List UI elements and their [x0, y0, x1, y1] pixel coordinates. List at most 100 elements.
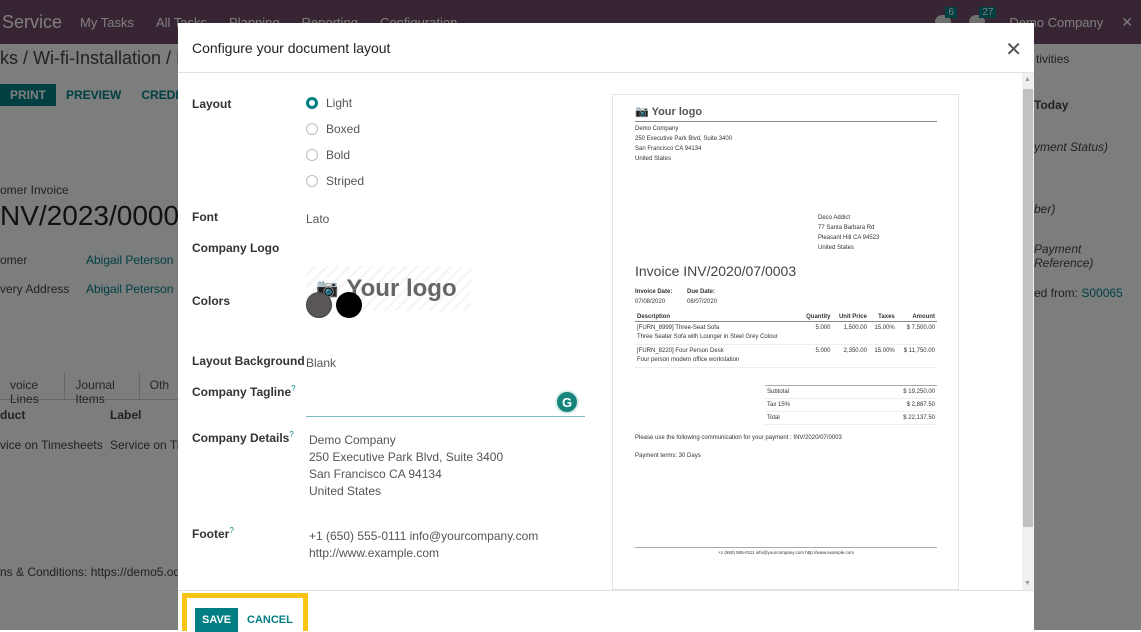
font-label: Font	[192, 210, 218, 224]
radio-icon[interactable]	[306, 149, 318, 161]
total-row: Total $ 22,137.50	[765, 411, 937, 425]
line-amount: $ 11,750.00	[896, 344, 937, 368]
layout-option-label: Striped	[326, 174, 365, 188]
details-line: San Francisco CA 94134	[309, 467, 442, 481]
address-line: 77 Santa Barbara Rd	[818, 225, 875, 231]
col-quantity: Quantity	[800, 313, 833, 322]
col-unit-price: Unit Price	[832, 313, 869, 322]
invoice-preview: 📷 Your logo Demo Company 250 Executive P…	[612, 94, 959, 590]
dialog-scrollbar[interactable]: ▲ ▼	[1022, 73, 1034, 590]
subtotal-row: Subtotal $ 19,250.00	[765, 385, 937, 399]
line-description: [FURN_8220] Four Person Desk	[637, 348, 724, 354]
layout-option-light[interactable]: Light	[306, 96, 352, 110]
total-label: Total	[765, 411, 840, 425]
address-line: Pleasant Hill CA 94523	[818, 235, 880, 241]
secondary-color-picker[interactable]	[336, 292, 362, 318]
footer-label: Footer?	[192, 526, 234, 541]
details-line: Demo Company	[309, 433, 396, 447]
address-line: 250 Executive Park Blvd, Suite 3400	[635, 136, 733, 142]
primary-color-picker[interactable]	[306, 292, 332, 318]
details-line: 250 Executive Park Blvd, Suite 3400	[309, 450, 504, 464]
save-button[interactable]: SAVE	[195, 608, 239, 632]
line-price: 2,350.00	[832, 344, 869, 368]
layout-option-label: Bold	[326, 148, 351, 162]
due-date-label: Due Date:	[687, 289, 716, 295]
colors-label: Colors	[192, 294, 231, 308]
dialog-body: Layout Light Boxed Bold Striped Font Lat…	[178, 73, 1034, 590]
preview-invoice-title: Invoice INV/2020/07/0003	[635, 263, 797, 279]
layout-label: Layout	[192, 97, 232, 111]
cancel-button[interactable]: CANCEL	[247, 614, 293, 626]
address-line: United States	[635, 156, 672, 162]
footer-line: +1 (650) 555-0111 info@yourcompany.com	[309, 529, 539, 543]
line-quantity: 5.000	[800, 344, 833, 368]
col-taxes: Taxes	[868, 313, 897, 322]
address-line: San Francisco CA 94134	[635, 146, 702, 152]
tax-row: Tax 15% $ 2,887.50	[765, 398, 937, 412]
tagline-label: Company Tagline?	[192, 384, 296, 399]
subtotal-value: $ 19,250.00	[839, 385, 937, 399]
preview-customer-address: Deco Addict 77 Santa Barbara Rd Pleasant…	[818, 213, 879, 253]
camera-icon: 📷	[635, 106, 649, 118]
preview-communication: Please use the following communication f…	[635, 435, 842, 441]
total-value: $ 22,137.50	[839, 411, 937, 425]
details-line: United States	[309, 484, 382, 498]
preview-payment-terms: Payment terms: 30 Days	[635, 453, 701, 459]
line-price: 1,500.00	[832, 321, 869, 345]
background-select[interactable]: Blank	[306, 356, 336, 370]
line-tax: 15.00%	[868, 344, 897, 368]
scroll-down-icon[interactable]: ▼	[1024, 580, 1031, 587]
subtotal-label: Subtotal	[765, 385, 840, 399]
preview-totals: Subtotal $ 19,250.00 Tax 15% $ 2,887.50 To…	[765, 385, 937, 425]
preview-footer: +1 (650) 555-0111 info@yourcompany.com h…	[717, 550, 854, 555]
table-row: [FURN_8999] Three-Seat Sofa Three Seater …	[635, 321, 937, 345]
logo-placeholder-text: Your logo	[346, 274, 457, 302]
company-details-field[interactable]: Demo Company 250 Executive Park Blvd, Su…	[309, 432, 503, 500]
layout-option-bold[interactable]: Bold	[306, 148, 350, 162]
line-quantity: 5.000	[800, 321, 833, 345]
preview-dates: Invoice Date: Due Date: 07/08/2020 08/07/2…	[635, 287, 739, 307]
preview-logo: 📷 Your logo	[635, 105, 702, 118]
scroll-up-icon[interactable]: ▲	[1024, 76, 1031, 83]
line-description: [FURN_8999] Three-Seat Sofa	[637, 325, 720, 331]
radio-selected-icon[interactable]	[306, 97, 318, 109]
help-icon[interactable]: ?	[291, 384, 295, 393]
layout-option-striped[interactable]: Striped	[306, 174, 364, 188]
document-layout-dialog: Configure your document layout ✕ Layout …	[178, 23, 1034, 632]
footer-label-text: Footer	[192, 527, 230, 541]
tagline-underline	[306, 416, 585, 417]
details-label: Company Details?	[192, 430, 294, 445]
help-icon[interactable]: ?	[229, 526, 233, 535]
line-subdescription: Three Seater Sofa with Lounger in Steel …	[637, 334, 778, 340]
address-line: Deco Addict	[818, 215, 851, 221]
preview-logo-text: Your logo	[651, 106, 703, 118]
font-select[interactable]: Lato	[306, 212, 329, 226]
dialog-footer: SAVE CANCEL	[178, 590, 1034, 632]
background-label: Layout Background	[192, 354, 305, 368]
layout-option-label: Light	[326, 96, 353, 110]
dialog-title: Configure your document layout	[192, 39, 391, 56]
close-icon[interactable]: ✕	[1005, 37, 1022, 62]
layout-option-boxed[interactable]: Boxed	[306, 122, 360, 136]
col-amount: Amount	[896, 313, 937, 322]
grammarly-icon[interactable]: G	[555, 390, 579, 414]
tax-label: Tax 15%	[765, 398, 840, 412]
footer-line: http://www.example.com	[309, 546, 440, 560]
address-line: United States	[818, 245, 855, 251]
invoice-date: 07/08/2020	[635, 299, 666, 305]
tagline-input[interactable]	[306, 393, 576, 415]
logo-label: Company Logo	[192, 241, 280, 255]
col-description: Description	[635, 313, 801, 322]
line-subdescription: Four person modern office workstation	[637, 357, 740, 363]
preview-lines-table: Description Quantity Unit Price Taxes Am…	[635, 313, 937, 368]
scrollbar-thumb[interactable]	[1023, 89, 1033, 527]
radio-icon[interactable]	[306, 123, 318, 135]
preview-footer-rule	[635, 547, 937, 548]
due-date: 08/07/2020	[687, 299, 718, 305]
line-amount: $ 7,500.00	[896, 321, 937, 345]
layout-option-label: Boxed	[326, 122, 361, 136]
radio-icon[interactable]	[306, 175, 318, 187]
help-icon[interactable]: ?	[289, 430, 293, 439]
invoice-date-label: Invoice Date:	[635, 289, 673, 295]
footer-field[interactable]: +1 (650) 555-0111 info@yourcompany.com h…	[309, 528, 538, 562]
